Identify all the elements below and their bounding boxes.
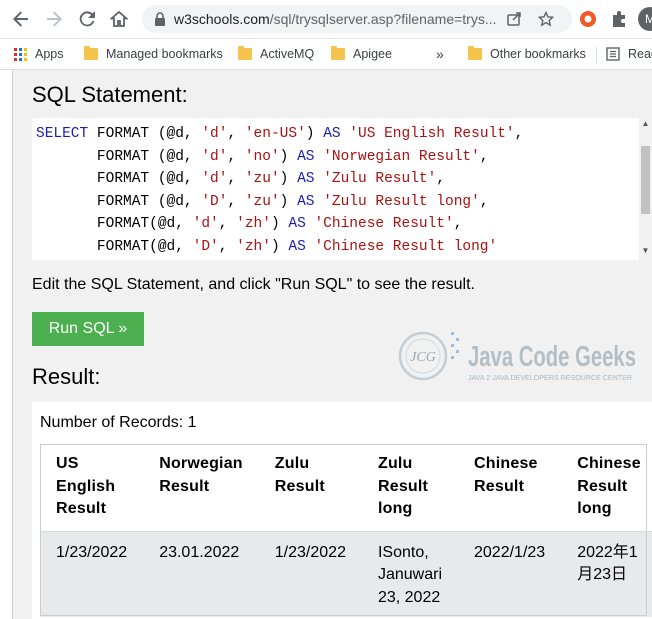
apps-grid-icon: [14, 47, 27, 61]
code-line[interactable]: FORMAT (@d, 'd', 'zu') AS 'Zulu Result',: [36, 168, 523, 191]
java-code-geeks-watermark: JCG Java Code Geeks JAVA 2 JAVA DEVELOPE…: [398, 331, 636, 382]
folder-icon: [331, 46, 345, 60]
run-sql-button[interactable]: Run SQL »: [32, 312, 144, 346]
bookmark-activemq[interactable]: ActiveMQ: [238, 46, 314, 62]
bookmarks-overflow-button[interactable]: »: [436, 46, 444, 62]
home-icon[interactable]: [108, 8, 130, 30]
column-header: Norwegian Result: [143, 444, 259, 532]
folder-icon: [468, 46, 482, 60]
code-line[interactable]: SELECT FORMAT (@d, 'd', 'en-US') AS 'US …: [36, 123, 523, 146]
code-line[interactable]: FORMAT (@d, 'd', 'no') AS 'Norwegian Res…: [36, 146, 523, 169]
extension-orange-icon[interactable]: [578, 9, 598, 29]
table-cell: 2022/1/23: [458, 531, 562, 617]
profile-avatar[interactable]: M: [638, 7, 652, 31]
puzzle-icon[interactable]: [609, 9, 629, 29]
instruction-text: Edit the SQL Statement, and click "Run S…: [32, 276, 475, 293]
lock-icon[interactable]: [152, 11, 168, 27]
code-line[interactable]: FORMAT (@d, 'D', 'zu') AS 'Zulu Result l…: [36, 191, 523, 214]
logo-tagline-text: JAVA 2 JAVA DEVELOPERS RESOURCE CENTER: [468, 375, 632, 382]
code-line[interactable]: FORMAT(@d, 'D', 'zh') AS 'Chinese Result…: [36, 236, 523, 259]
table-cell: 2022年1月23日: [561, 531, 652, 617]
table-cell: 23.01.2022: [143, 531, 259, 617]
logo-brand-text: Java Code Geeks: [468, 341, 636, 373]
browser-toolbar: w3schools.com/sql/trysqlserver.asp?filen…: [0, 0, 652, 39]
column-header: Zulu Result: [258, 444, 362, 532]
url-text[interactable]: w3schools.com/sql/trysqlserver.asp?filen…: [174, 11, 497, 27]
star-icon[interactable]: [538, 11, 554, 27]
record-count: Number of Records: 1: [40, 414, 197, 431]
bookmarks-bar: Apps Managed bookmarks ActiveMQ Apigee »…: [0, 39, 652, 70]
scroll-down-icon[interactable]: ▼: [641, 246, 650, 256]
result-table: US English Result Norwegian Result Zulu …: [40, 444, 652, 617]
bookmarks-divider: [596, 47, 597, 63]
reload-icon[interactable]: [76, 8, 98, 30]
table-row: 1/23/2022 23.01.2022 1/23/2022 ISonto, J…: [40, 531, 652, 617]
column-header: Chinese Result long: [561, 444, 652, 532]
back-icon[interactable]: [10, 8, 32, 30]
sql-statement-heading: SQL Statement:: [32, 82, 188, 107]
reading-list[interactable]: Read: [606, 46, 652, 62]
column-header: US English Result: [40, 444, 144, 532]
folder-icon: [84, 46, 98, 60]
address-bar[interactable]: w3schools.com/sql/trysqlserver.asp?filen…: [142, 5, 572, 33]
folder-icon: [238, 46, 252, 60]
table-header-row: US English Result Norwegian Result Zulu …: [40, 444, 652, 532]
bookmark-apigee[interactable]: Apigee: [331, 46, 392, 62]
editor-scrollbar[interactable]: ▲ ▼: [639, 118, 652, 260]
share-icon[interactable]: [506, 11, 522, 27]
sql-code[interactable]: SELECT FORMAT (@d, 'd', 'en-US') AS 'US …: [36, 118, 523, 258]
bookmark-apps[interactable]: Apps: [14, 46, 64, 62]
sql-editor[interactable]: SELECT FORMAT (@d, 'd', 'en-US') AS 'US …: [32, 118, 639, 260]
result-container: Number of Records: 1 US English Result N…: [32, 402, 652, 619]
logo-badge-text: JCG: [410, 350, 436, 365]
table-cell: 1/23/2022: [40, 531, 144, 617]
code-line[interactable]: FORMAT(@d, 'd', 'zh') AS 'Chinese Result…: [36, 213, 523, 236]
bookmark-other[interactable]: Other bookmarks: [468, 46, 586, 62]
scroll-up-icon[interactable]: ▲: [641, 119, 650, 129]
column-header: Zulu Result long: [361, 444, 458, 532]
reading-list-icon: [606, 47, 620, 61]
column-header: Chinese Result: [458, 444, 562, 532]
forward-icon[interactable]: [43, 8, 65, 30]
table-cell: ISonto, Januwari 23, 2022: [361, 531, 458, 617]
result-heading: Result:: [32, 364, 101, 389]
bookmark-managed[interactable]: Managed bookmarks: [84, 46, 223, 62]
table-cell: 1/23/2022: [258, 531, 362, 617]
scrollbar-thumb[interactable]: [641, 146, 650, 214]
